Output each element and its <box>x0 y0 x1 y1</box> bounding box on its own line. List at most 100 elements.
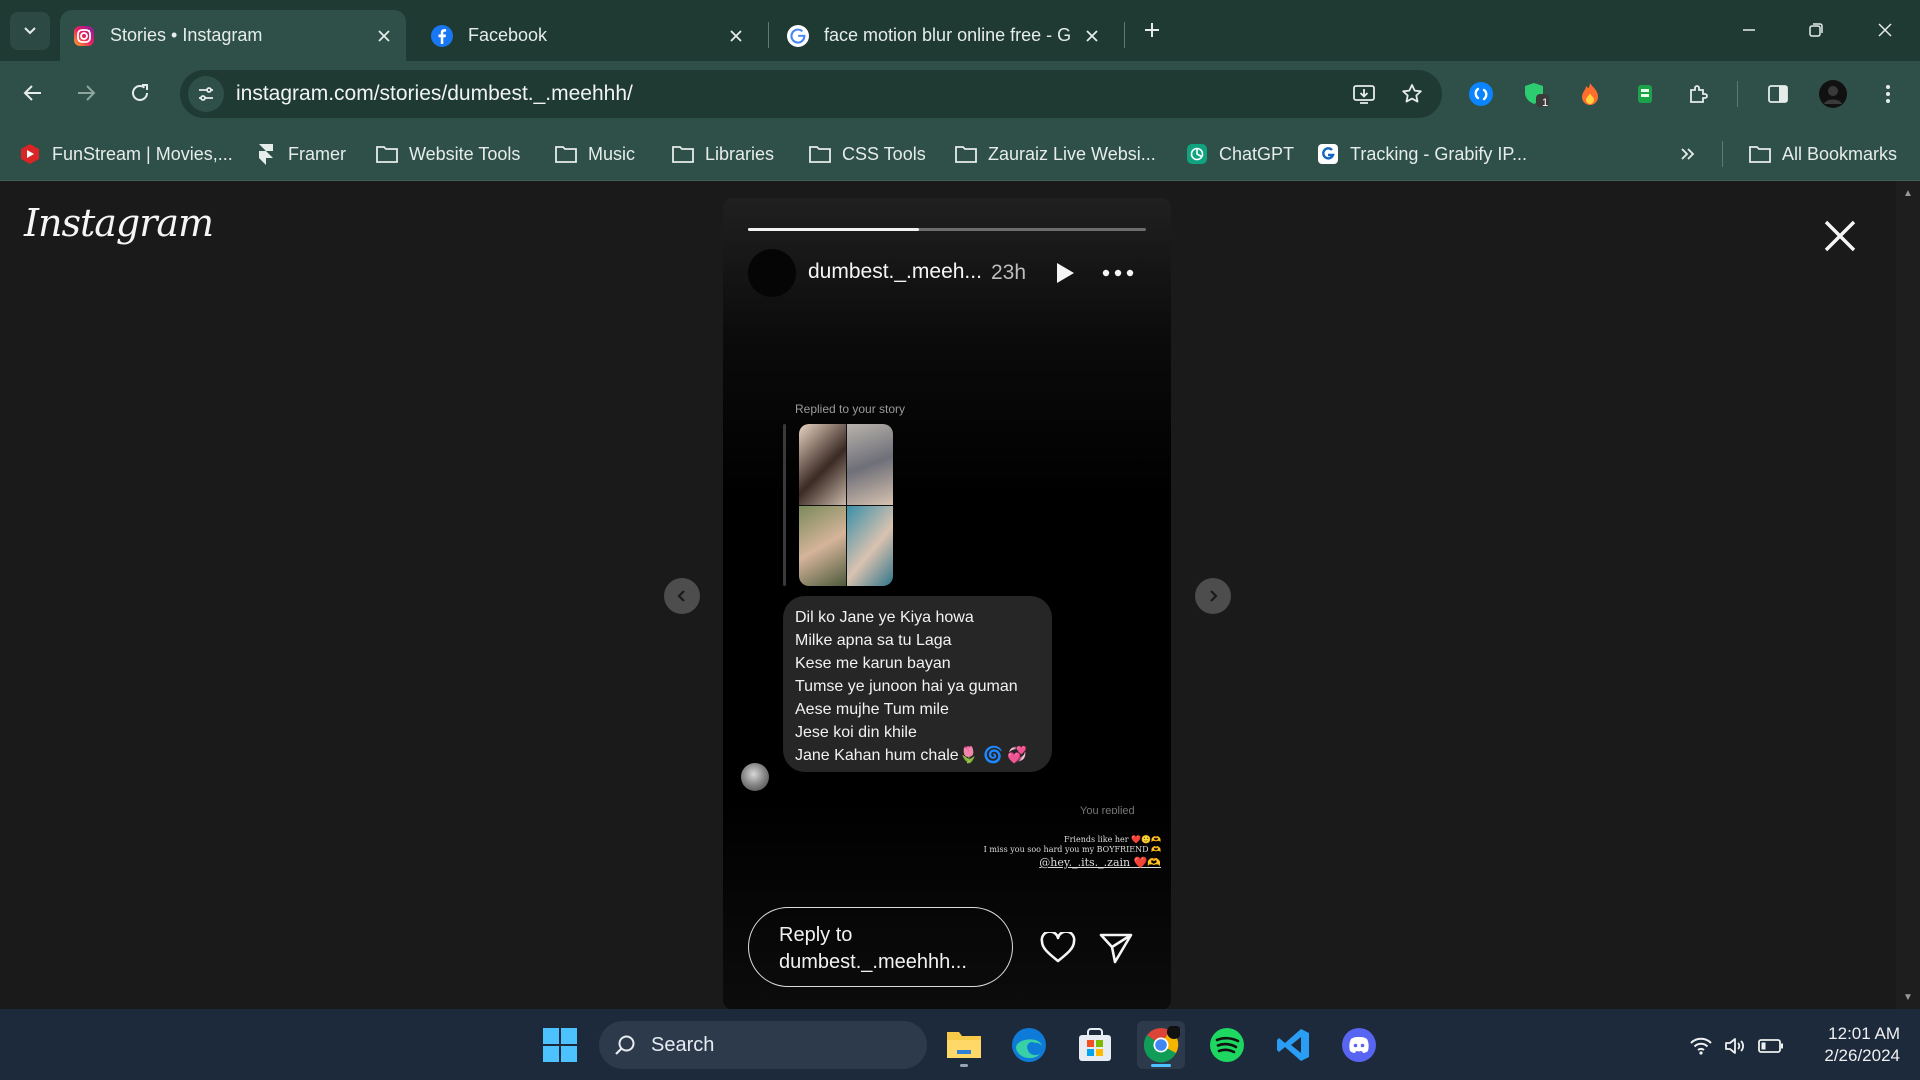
next-story-button[interactable] <box>1195 578 1231 614</box>
chrome-icon[interactable] <box>1137 1021 1185 1069</box>
replied-to-story-label: Replied to your story <box>795 402 906 416</box>
file-explorer-icon[interactable] <box>940 1021 988 1069</box>
clock-time: 12:01 AM <box>1828 1024 1900 1043</box>
extension-badge: 1 <box>1542 97 1549 109</box>
spotify-icon[interactable] <box>1203 1021 1251 1069</box>
install-app-icon[interactable] <box>1346 76 1382 112</box>
story-viewer[interactable]: dumbest._.meeh... 23h Replied to your st… <box>723 198 1171 1010</box>
bookmark-label: FunStream | Movies,... <box>52 143 233 164</box>
bookmarks-overflow-button[interactable] <box>1676 139 1710 169</box>
caption-mention[interactable]: @hey._.its._.zain ❤️🫶 <box>984 855 1161 871</box>
message-line: Kese me karun bayan <box>795 655 951 672</box>
folder-icon <box>671 142 695 166</box>
search-label: Search <box>651 1033 715 1056</box>
restore-button[interactable] <box>1794 10 1838 50</box>
minimize-button[interactable] <box>1727 10 1771 50</box>
message-line: Jane Kahan hum chale🌷 🌀 💞 <box>795 747 1028 764</box>
chevron-right-icon <box>1210 590 1218 602</box>
microsoft-store-icon[interactable] <box>1071 1021 1119 1069</box>
address-bar[interactable]: instagram.com/stories/dumbest._.meehhh/ <box>180 70 1442 118</box>
start-button[interactable] <box>536 1021 584 1069</box>
profile-avatar[interactable] <box>1815 76 1851 112</box>
tab-title: face motion blur online free - G <box>824 25 1072 45</box>
previous-story-button[interactable] <box>664 578 700 614</box>
page-scrollbar[interactable]: ▲ ▼ <box>1896 181 1920 1009</box>
toolbar-divider <box>1737 81 1738 107</box>
tab-google-search[interactable]: face motion blur online free - G <box>774 10 1114 61</box>
close-window-button[interactable] <box>1863 10 1907 50</box>
bookmarks-divider <box>1722 141 1723 167</box>
tab-divider <box>1124 22 1125 48</box>
more-horizontal-icon <box>1102 269 1134 277</box>
tab-strip: Stories • Instagram Facebook face motion… <box>0 0 1920 61</box>
extensions-puzzle-icon[interactable] <box>1681 76 1717 112</box>
like-button[interactable] <box>1038 928 1078 968</box>
reload-button[interactable] <box>120 73 160 113</box>
vscode-icon[interactable] <box>1269 1021 1317 1069</box>
bookmark-framer[interactable]: Framer <box>254 139 346 169</box>
bookmark-grabify[interactable]: Tracking - Grabify IP... <box>1316 139 1527 169</box>
reply-input[interactable]: Reply to dumbest._.meehhh... <box>748 907 1013 987</box>
shazam-extension-icon[interactable] <box>1463 76 1499 112</box>
close-tab-icon[interactable] <box>1078 22 1106 50</box>
play-icon <box>1057 263 1074 283</box>
avatar[interactable] <box>748 249 796 297</box>
scroll-down-icon[interactable]: ▼ <box>1902 991 1914 1003</box>
bookmark-label: Framer <box>288 143 346 164</box>
close-tab-icon[interactable] <box>722 22 750 50</box>
site-info-icon[interactable] <box>188 76 224 112</box>
taskbar-search[interactable]: Search <box>599 1021 927 1069</box>
bookmark-zauraiz[interactable]: Zauraiz Live Websi... <box>954 139 1156 169</box>
tab-search-button[interactable] <box>10 12 50 50</box>
green-extension-icon[interactable] <box>1627 76 1663 112</box>
system-clock[interactable]: 12:01 AM 2/26/2024 <box>1800 1023 1900 1067</box>
bookmark-label: Website Tools <box>409 143 521 164</box>
bookmark-website-tools[interactable]: Website Tools <box>375 139 520 169</box>
close-story-button[interactable] <box>1818 214 1862 258</box>
restore-icon <box>1809 23 1823 37</box>
all-bookmarks-button[interactable]: All Bookmarks <box>1748 139 1897 169</box>
back-button[interactable] <box>13 73 53 113</box>
discord-icon[interactable] <box>1335 1021 1383 1069</box>
message-line: Tumse ye junoon hai ya guman <box>795 678 1018 695</box>
play-button[interactable] <box>1050 258 1080 288</box>
battery-icon[interactable] <box>1758 1033 1784 1059</box>
wifi-icon[interactable] <box>1688 1033 1714 1059</box>
tab-facebook[interactable]: Facebook <box>418 10 758 61</box>
plus-icon <box>1145 23 1159 37</box>
fire-extension-icon[interactable] <box>1572 76 1608 112</box>
bookmark-label: Tracking - Grabify IP... <box>1350 143 1528 164</box>
reply-placeholder: Reply to <box>779 924 853 946</box>
side-panel-icon[interactable] <box>1760 76 1796 112</box>
volume-icon[interactable] <box>1722 1033 1748 1059</box>
browser-menu-icon[interactable] <box>1870 76 1906 112</box>
bookmark-funstream[interactable]: FunStream | Movies,... <box>18 139 233 169</box>
scroll-up-icon[interactable]: ▲ <box>1902 187 1914 199</box>
bookmark-label: Libraries <box>705 143 775 164</box>
instagram-story-page: Instagram dumbest._.meeh... 23h Replied … <box>0 181 1920 1010</box>
story-username[interactable]: dumbest._.meeh... <box>808 260 982 284</box>
share-button[interactable] <box>1096 928 1136 968</box>
more-options-button[interactable] <box>1098 258 1138 288</box>
shield-extension-icon[interactable]: 1 <box>1518 76 1554 112</box>
new-tab-button[interactable] <box>1136 14 1168 46</box>
bookmark-libraries[interactable]: Libraries <box>671 139 774 169</box>
windows-icon <box>543 1028 577 1062</box>
forward-button[interactable] <box>66 73 106 113</box>
bookmark-css-tools[interactable]: CSS Tools <box>808 139 926 169</box>
bookmark-music[interactable]: Music <box>554 139 635 169</box>
bookmark-chatgpt[interactable]: ChatGPT <box>1185 139 1294 169</box>
folder-icon <box>1748 142 1772 166</box>
message-line: Milke apna sa tu Laga <box>795 632 952 649</box>
story-thumbnail[interactable] <box>799 424 893 586</box>
message-line: Jese koi din khile <box>795 724 917 741</box>
arrow-left-icon <box>23 85 41 101</box>
instagram-logo[interactable]: Instagram <box>24 201 214 245</box>
close-tab-icon[interactable] <box>370 22 398 50</box>
tab-instagram[interactable]: Stories • Instagram <box>60 10 406 61</box>
url-text[interactable]: instagram.com/stories/dumbest._.meehhh/ <box>236 82 1346 106</box>
caption-line: I miss you soo hard you my BOYFRIEND 🫶 <box>983 845 1161 854</box>
folder-icon <box>554 142 578 166</box>
edge-icon[interactable] <box>1005 1021 1053 1069</box>
bookmark-star-icon[interactable] <box>1394 76 1430 112</box>
